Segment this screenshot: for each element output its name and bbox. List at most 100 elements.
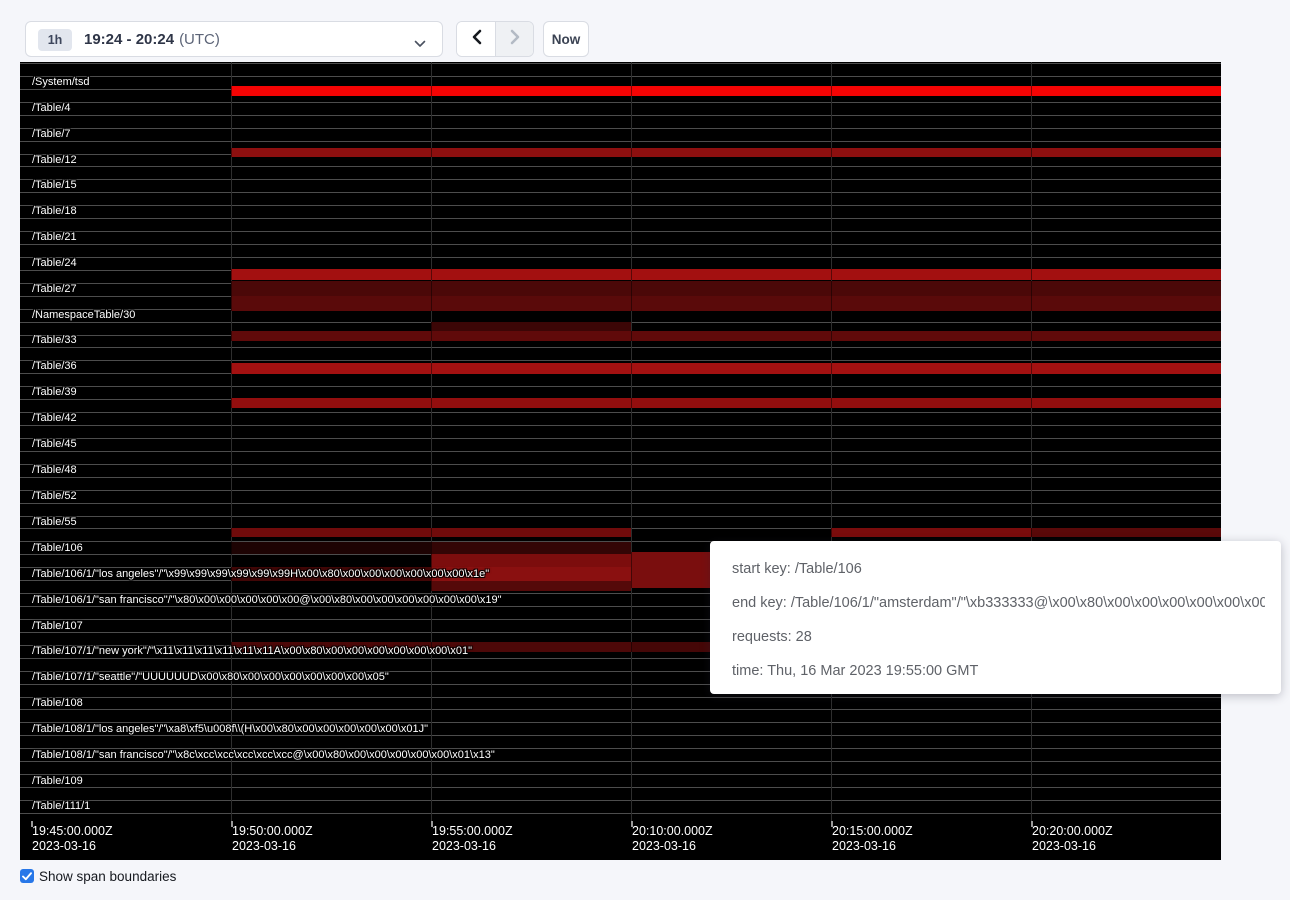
x-tick-time: 19:55:00.000Z	[432, 824, 513, 839]
x-tick-time: 20:15:00.000Z	[832, 824, 913, 839]
span-boundary-line	[20, 218, 1221, 219]
heat-band	[231, 398, 1221, 408]
span-boundary-line	[20, 490, 1221, 491]
span-boundary-line	[20, 347, 1221, 348]
span-boundary-line	[20, 774, 1221, 775]
span-boundary-line	[20, 141, 1221, 142]
heat-band	[231, 86, 1221, 96]
x-tick: 19:50:00.000Z2023-03-16	[232, 824, 313, 854]
x-tick-date: 2023-03-16	[432, 839, 513, 854]
x-tick: 19:55:00.000Z2023-03-16	[432, 824, 513, 854]
row-label: /Table/12	[32, 154, 77, 166]
span-boundary-line	[20, 166, 1221, 167]
row-label: /Table/27	[32, 283, 77, 295]
span-boundary-line	[20, 128, 1221, 129]
span-boundary-line	[20, 787, 1221, 788]
heat-band	[431, 554, 631, 567]
heat-band	[231, 148, 1221, 157]
span-boundary-line	[20, 205, 1221, 206]
heat-band	[231, 281, 1221, 296]
now-button[interactable]: Now	[543, 21, 589, 57]
span-boundary-line	[20, 179, 1221, 180]
row-label: /Table/21	[32, 231, 77, 243]
time-grid-line-overlay	[431, 62, 432, 821]
row-label: /Table/108/1/"san francisco"/"\x8c\xcc\x…	[32, 749, 495, 761]
row-label: /Table/48	[32, 464, 77, 476]
toolbar: 1h 19:24 - 20:24 (UTC) Now	[0, 0, 1290, 62]
time-range-value: 19:24 - 20:24	[84, 31, 174, 48]
x-tick-time: 20:20:00.000Z	[1032, 824, 1113, 839]
tooltip-line: requests: 28	[732, 620, 1265, 654]
row-label: /Table/108	[32, 697, 83, 709]
time-grid-line-overlay	[231, 62, 232, 821]
footer: Show span boundaries	[20, 866, 176, 886]
row-label: /Table/42	[32, 412, 77, 424]
heat-band	[231, 363, 1221, 374]
span-boundary-line	[20, 709, 1221, 710]
tooltip-line: time: Thu, 16 Mar 2023 19:55:00 GMT	[732, 654, 1265, 688]
time-zone-label: (UTC)	[179, 31, 220, 48]
next-time-button[interactable]	[496, 22, 534, 56]
row-label: /Table/4	[32, 102, 71, 114]
row-label: /Table/55	[32, 516, 77, 528]
span-boundary-line	[20, 697, 1221, 698]
heat-band	[831, 528, 1031, 537]
span-boundary-line	[20, 735, 1221, 736]
heat-band	[231, 542, 431, 554]
row-label: /Table/106/1/"san francisco"/"\x80\x00\x…	[32, 594, 502, 606]
heat-band	[431, 542, 631, 554]
row-label: /Table/52	[32, 490, 77, 502]
row-label: /Table/109	[32, 775, 83, 787]
key-visualizer-canvas[interactable]: /System/tsd/Table/4/Table/7/Table/12/Tab…	[20, 62, 1221, 860]
time-nav-group	[456, 21, 534, 57]
span-boundary-line	[20, 761, 1221, 762]
x-tick-date: 2023-03-16	[1032, 839, 1113, 854]
span-boundary-line	[20, 192, 1221, 193]
checkbox-label: Show span boundaries	[39, 869, 176, 884]
heat-band	[631, 552, 710, 588]
row-label: /Table/106/1/"los angeles"/"\x99\x99\x99…	[32, 568, 489, 580]
chevron-right-icon	[510, 29, 521, 50]
tooltip-line: end key: /Table/106/1/"amsterdam"/"\xb33…	[732, 586, 1265, 620]
heat-band	[431, 322, 631, 331]
time-range-selector[interactable]: 1h 19:24 - 20:24 (UTC)	[25, 21, 443, 57]
row-label: /Table/7	[32, 128, 71, 140]
duration-badge: 1h	[38, 29, 72, 51]
row-label: /Table/107/1/"seattle"/"UUUUUUD\x00\x80\…	[32, 671, 389, 683]
row-label: /Table/107/1/"new york"/"\x11\x11\x11\x1…	[32, 645, 472, 657]
x-tick-date: 2023-03-16	[632, 839, 713, 854]
row-label: /System/tsd	[32, 76, 89, 88]
heat-band	[231, 296, 1221, 311]
x-tick: 20:20:00.000Z2023-03-16	[1032, 824, 1113, 854]
row-label: /NamespaceTable/30	[32, 309, 135, 321]
row-label: /Table/107	[32, 620, 83, 632]
span-boundary-line	[20, 813, 1221, 814]
heat-band	[231, 331, 1221, 341]
x-axis: 19:45:00.000Z2023-03-1619:50:00.000Z2023…	[20, 821, 1221, 860]
time-grid-line-overlay	[1031, 62, 1032, 821]
show-span-boundaries-checkbox[interactable]	[20, 869, 34, 883]
span-boundary-line	[20, 503, 1221, 504]
row-label: /Table/15	[32, 179, 77, 191]
heat-band	[631, 642, 710, 652]
time-grid-line-overlay	[631, 62, 632, 821]
row-label: /Table/45	[32, 438, 77, 450]
span-boundary-line	[20, 800, 1221, 801]
span-boundary-line	[20, 425, 1221, 426]
x-tick-time: 20:10:00.000Z	[632, 824, 713, 839]
span-boundary-line	[20, 257, 1221, 258]
tooltip-line: start key: /Table/106	[732, 552, 1265, 586]
chevron-left-icon	[471, 29, 482, 50]
prev-time-button[interactable]	[457, 22, 496, 56]
row-label: /Table/18	[32, 205, 77, 217]
cell-tooltip: start key: /Table/106end key: /Table/106…	[710, 541, 1281, 694]
row-label: /Table/39	[32, 386, 77, 398]
row-label: /Table/106	[32, 542, 83, 554]
span-boundary-line	[20, 386, 1221, 387]
span-boundary-line	[20, 477, 1221, 478]
span-boundary-line	[20, 516, 1221, 517]
span-boundary-line	[20, 115, 1221, 116]
span-boundary-line	[20, 412, 1221, 413]
x-tick-date: 2023-03-16	[32, 839, 113, 854]
time-range-label: 19:24 - 20:24 (UTC)	[84, 22, 220, 56]
